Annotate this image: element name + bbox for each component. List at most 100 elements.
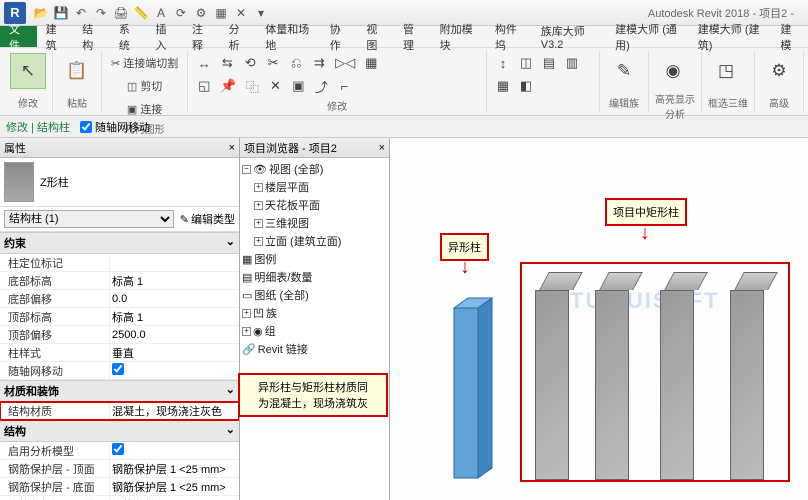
grid-check[interactable]	[112, 363, 124, 375]
loc-input[interactable]	[112, 255, 237, 271]
split-icon[interactable]: ⎌	[286, 53, 306, 73]
tab-annot[interactable]: 注释	[183, 26, 220, 47]
rect-column-4[interactable]	[730, 272, 764, 480]
tab-insert[interactable]: 插入	[146, 26, 183, 47]
trim-icon[interactable]: ✂	[263, 53, 283, 73]
tree-3d: +三维视图	[242, 214, 387, 232]
cut-button[interactable]: ◫ 剪切	[108, 76, 181, 96]
close-icon[interactable]: ×	[229, 142, 235, 154]
tab-manage[interactable]: 管理	[394, 26, 431, 47]
view2-icon[interactable]: ▤	[539, 53, 559, 73]
top-input[interactable]	[112, 309, 237, 325]
open-icon[interactable]: 📂	[32, 4, 50, 22]
baseoff-input[interactable]	[112, 291, 237, 307]
copy-icon[interactable]: ⿻	[242, 76, 262, 96]
corner-icon[interactable]: ⌐	[334, 76, 354, 96]
topoff-input[interactable]	[112, 327, 237, 343]
array-icon[interactable]: ▦	[361, 53, 381, 73]
paste-button[interactable]: 📋	[59, 53, 95, 89]
tab-sys[interactable]: 系统	[110, 26, 147, 47]
tab-mass[interactable]: 体量和场地	[256, 26, 321, 47]
tab-bm1[interactable]: 建模大师 (通用)	[606, 26, 689, 47]
tree-fam: +凹 族	[242, 304, 387, 322]
special-column[interactable]	[450, 290, 496, 480]
tab-comp[interactable]: 构件坞	[486, 26, 532, 47]
tab-famlib[interactable]: 族库大师V3.2	[532, 26, 606, 47]
group-icon[interactable]: ▣	[288, 76, 308, 96]
tree-ceiling: +天花板平面	[242, 196, 387, 214]
edit-type-button[interactable]: ✎ 编辑类型	[180, 211, 235, 227]
tab-bm3[interactable]: 建模	[771, 26, 808, 47]
type-thumb-icon	[4, 162, 34, 202]
viewport-3d[interactable]: TUITUISOFT 异形柱 ↓ 项目中矩形柱 ↓ 异形柱与矩形柱材质同 为混凝…	[390, 138, 808, 500]
offset-icon[interactable]: ⇉	[309, 53, 329, 73]
base-input[interactable]	[112, 273, 237, 289]
save-icon[interactable]: 💾	[52, 4, 70, 22]
tab-file[interactable]: 文件	[0, 26, 37, 47]
tab-bm2[interactable]: 建模大师 (建筑)	[689, 26, 772, 47]
edit-family-button[interactable]: ✎	[606, 53, 642, 89]
scale-icon[interactable]: ◱	[194, 76, 214, 96]
advanced-button[interactable]: ⚙	[761, 53, 797, 89]
instance-select[interactable]: 结构柱 (1)	[4, 210, 174, 228]
text-icon[interactable]: A	[152, 4, 170, 22]
view1-icon[interactable]: ◫	[516, 53, 536, 73]
rotate-icon[interactable]: ⟲	[240, 53, 260, 73]
type-selector[interactable]: Z形柱	[0, 158, 239, 207]
extend-icon[interactable]: ⤴	[311, 76, 331, 96]
property-grid: 约束⌄ 柱定位标记 底部标高 底部偏移 顶部标高 顶部偏移 柱样式 随轴网移动 …	[0, 232, 239, 500]
rect-column-3[interactable]	[660, 272, 694, 480]
move-icon[interactable]: ⇆	[217, 53, 237, 73]
redo-icon[interactable]: ↷	[92, 4, 110, 22]
undo-icon[interactable]: ↶	[72, 4, 90, 22]
section-material[interactable]: 材质和装饰⌄	[0, 380, 239, 402]
section-struct[interactable]: 结构⌄	[0, 420, 239, 442]
tab-collab[interactable]: 协作	[321, 26, 358, 47]
dropdown-icon[interactable]: ▾	[252, 4, 270, 22]
mirror-icon[interactable]: ▷◁	[332, 53, 358, 73]
thin-lines-icon[interactable]: ▦	[212, 4, 230, 22]
cope-button[interactable]: ✂ 连接端切割	[108, 53, 181, 73]
close-icon[interactable]: ×	[379, 142, 385, 154]
tab-addin[interactable]: 附加模块	[431, 26, 486, 47]
arrow-down-icon: ↓	[460, 256, 470, 279]
delete-icon[interactable]: ✕	[265, 76, 285, 96]
measure-icon[interactable]: 📏	[132, 4, 150, 22]
clip-label: 粘贴	[59, 95, 95, 110]
tree-legend: ▦ 图例	[242, 250, 387, 268]
rebar2-input[interactable]	[112, 479, 237, 495]
modify-button[interactable]: ↖	[10, 53, 46, 89]
dim-icon[interactable]: ↕	[493, 53, 513, 73]
rect-column-1[interactable]	[535, 272, 569, 480]
view5-icon[interactable]: ◧	[516, 76, 536, 96]
align-icon[interactable]: ↔	[194, 53, 214, 73]
section-constraint[interactable]: 约束⌄	[0, 232, 239, 254]
settings-icon[interactable]: ⚙	[192, 4, 210, 22]
app-title: Autodesk Revit 2018 - 项目2 -	[648, 5, 794, 21]
join-button[interactable]: ▣ 连接	[108, 99, 181, 119]
ribbon-tabs: 文件 建筑 结构 系统 插入 注释 分析 体量和场地 协作 视图 管理 附加模块…	[0, 26, 808, 48]
tab-struct[interactable]: 结构	[73, 26, 110, 47]
properties-header: 属性 ×	[0, 138, 239, 158]
move-with-grid-check[interactable]: 随轴网移动	[80, 119, 150, 135]
material-note: 异形柱与矩形柱材质同 为混凝土，现场浇筑灰	[238, 373, 388, 417]
rect-column-2[interactable]	[595, 272, 629, 480]
style-input[interactable]	[112, 345, 237, 361]
material-input[interactable]	[112, 403, 237, 419]
rebar1-input[interactable]	[112, 461, 237, 477]
tab-arch[interactable]: 建筑	[37, 26, 74, 47]
view4-icon[interactable]: ▦	[493, 76, 513, 96]
close-hidden-icon[interactable]: ✕	[232, 4, 250, 22]
sync-icon[interactable]: ⟳	[172, 4, 190, 22]
view3-icon[interactable]: ▥	[562, 53, 582, 73]
browser-tree[interactable]: −👁 视图 (全部) +楼层平面 +天花板平面 +三维视图 +立面 (建筑立面)…	[240, 158, 389, 360]
print-icon[interactable]: 🖨	[112, 4, 130, 22]
selection-box-button[interactable]: ◳	[708, 53, 744, 89]
rebar3-input[interactable]	[112, 497, 237, 500]
pin-icon[interactable]: 📌	[217, 76, 239, 96]
anal-check[interactable]	[112, 443, 124, 455]
tree-elev: +立面 (建筑立面)	[242, 232, 387, 250]
tab-view[interactable]: 视图	[357, 26, 394, 47]
tab-anal[interactable]: 分析	[220, 26, 257, 47]
highlight-button[interactable]: ◉	[655, 53, 691, 89]
